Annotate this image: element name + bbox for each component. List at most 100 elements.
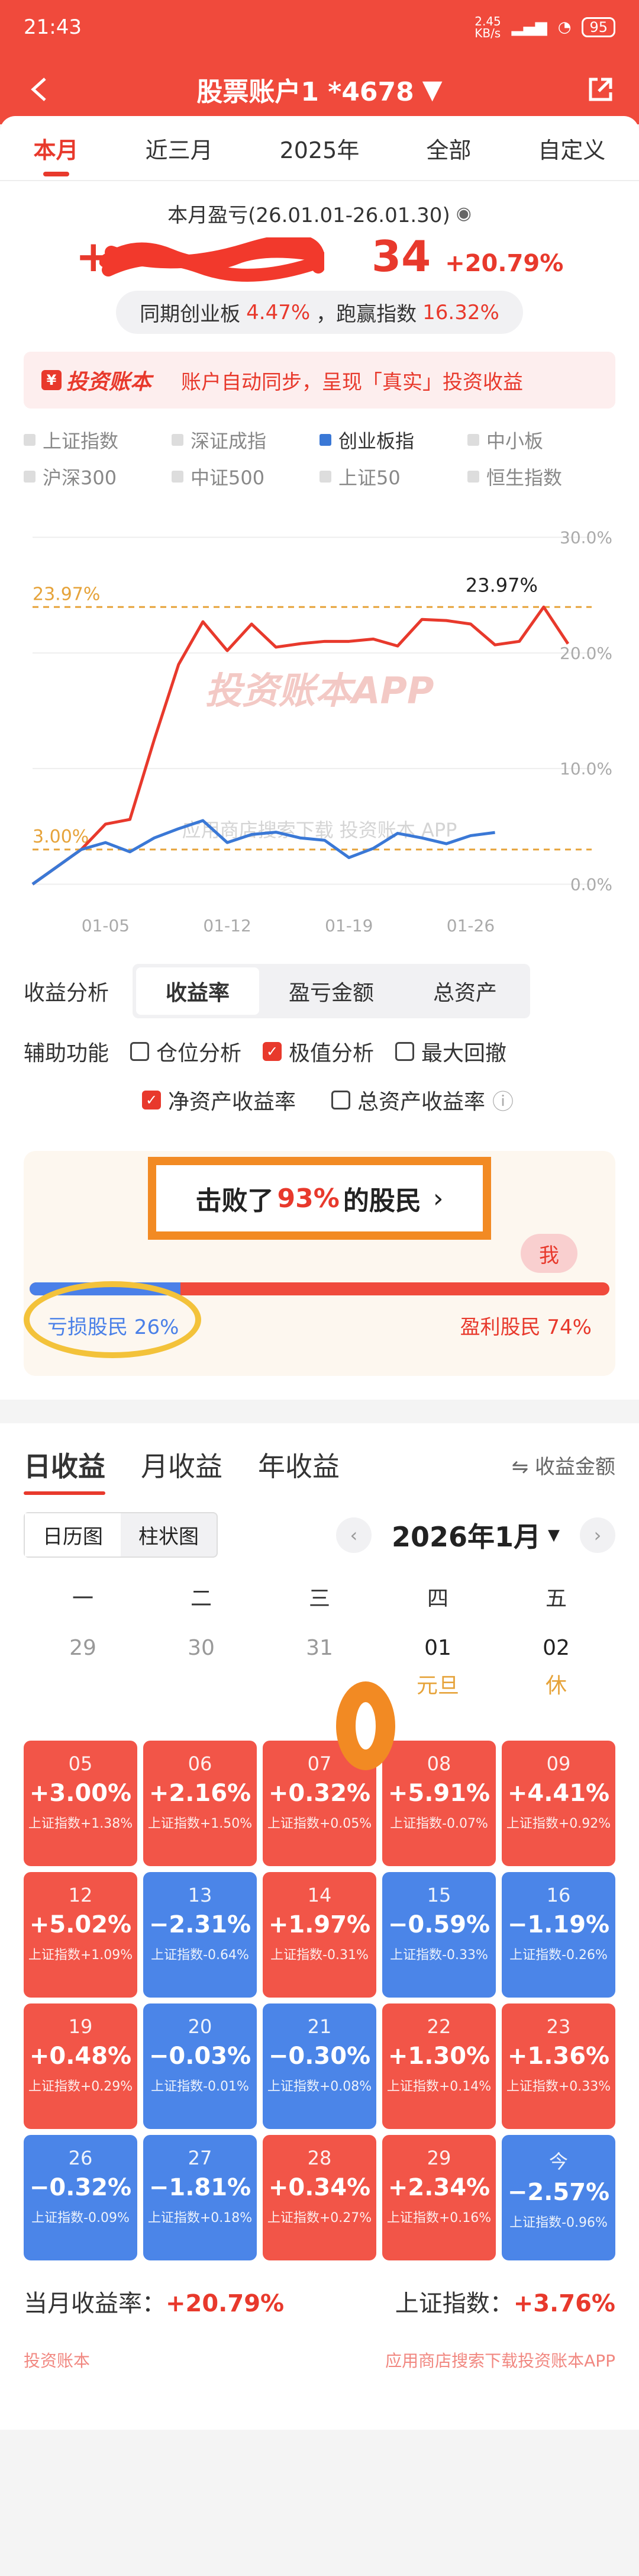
holiday-label: 休 (545, 1674, 567, 1698)
legend-swatch (24, 471, 36, 483)
next-month-button[interactable]: › (580, 1517, 615, 1553)
day-cell[interactable]: 28 +0.34% 上证指数+0.27% (263, 2135, 376, 2260)
month-total-label: 当月收益率： (24, 2290, 166, 2317)
day-number: 09 (546, 1752, 571, 1775)
tab-all[interactable]: 全部 (420, 120, 477, 176)
day-cell[interactable]: 16 −1.19% 上证指数-0.26% (502, 1872, 615, 1998)
back-button[interactable] (18, 69, 59, 110)
day-cell[interactable]: 20 −0.03% 上证指数-0.01% (143, 2003, 257, 2129)
day-cell[interactable]: 08 +5.91% 上证指数-0.07% (382, 1741, 496, 1866)
eye-icon[interactable]: ◉ (456, 203, 472, 224)
day-index-label: 上证指数 (267, 2211, 320, 2226)
day-cell[interactable]: 13 −2.31% 上证指数-0.64% (143, 1872, 257, 1998)
month-total-value: +20.79% (166, 2290, 285, 2317)
view-bar[interactable]: 柱状图 (121, 1513, 217, 1556)
day-return: −1.19% (507, 1911, 610, 1938)
checkbox-label: 仓位分析 (156, 1041, 242, 1066)
day-index-value: +1.09% (80, 1948, 133, 1963)
checkbox-roe[interactable]: ✓ 净资产收益率 (142, 1085, 296, 1115)
profit-amount: +34 (76, 231, 431, 282)
day-holiday: 01 元旦 (379, 1636, 497, 1699)
day-cell[interactable]: 05 +3.00% 上证指数+1.38% (24, 1741, 137, 1866)
legend-item[interactable]: 恒生指数 (467, 463, 615, 490)
day-cell[interactable]: 14 +1.97% 上证指数-0.31% (263, 1872, 376, 1998)
tab-yearly[interactable]: 年收益 (258, 1445, 340, 1484)
day-return: +1.30% (388, 2043, 490, 2070)
legend-item[interactable]: 中小板 (467, 426, 615, 454)
day-index-label: 上证指数 (151, 1948, 204, 1963)
checkbox-label: 极值分析 (289, 1041, 375, 1066)
day-cell[interactable]: 27 −1.81% 上证指数+0.18% (143, 2135, 257, 2260)
day-index: 上证指数+1.38% (24, 1813, 137, 1832)
legend-item[interactable]: 中证500 (172, 463, 320, 490)
prev-month-button[interactable]: ‹ (335, 1517, 372, 1553)
share-button[interactable] (580, 69, 621, 110)
day-index-label: 上证指数 (28, 1816, 80, 1831)
day-cell[interactable]: 29 +2.34% 上证指数+0.16% (382, 2135, 496, 2260)
legend-item[interactable]: 深证成指 (172, 426, 320, 454)
tab-daily[interactable]: 日收益 (24, 1445, 105, 1495)
legend-item[interactable]: 上证指数 (24, 426, 172, 454)
day-cell[interactable]: 21 −0.30% 上证指数+0.08% (263, 2003, 376, 2129)
toggle-amount-button[interactable]: ⇋ 收益金额 (512, 1451, 615, 1480)
promo-banner[interactable]: ¥ 投资账本 账户自动同步，呈现「真实」投资收益 (24, 352, 615, 409)
return-chart: 30.0% 20.0% 10.0% 0.0% 投资账本APP 应用商店搜索下载 投资账本 … (0, 490, 639, 946)
month-label[interactable]: 2026年1月 (392, 1516, 541, 1555)
day-cell[interactable]: 26 −0.32% 上证指数-0.09% (24, 2135, 137, 2260)
day-cell[interactable]: 今 −2.57% 上证指数-0.96% (502, 2135, 615, 2260)
day-index-value: +0.08% (319, 2079, 372, 2094)
legend-swatch (467, 434, 479, 446)
day-return: +0.32% (268, 1780, 371, 1807)
day-holiday: 02 休 (497, 1636, 615, 1699)
day-number: 29 (69, 1636, 96, 1660)
weekday-row: 一 二 三 四 五 (0, 1558, 639, 1612)
day-cell[interactable]: 19 +0.48% 上证指数+0.29% (24, 2003, 137, 2129)
battery-icon: 95 (582, 17, 615, 37)
day-index: 上证指数+0.33% (502, 2076, 615, 2095)
compare-mid: ，跑赢指数 (316, 303, 417, 326)
day-cell[interactable]: 12 +5.02% 上证指数+1.09% (24, 1872, 137, 1998)
day-cell[interactable]: 06 +2.16% 上证指数+1.50% (143, 1741, 257, 1866)
option-return-rate[interactable]: 收益率 (136, 967, 260, 1015)
day-cell[interactable]: 22 +1.30% 上证指数+0.14% (382, 2003, 496, 2129)
day-cell[interactable]: 23 +1.36% 上证指数+0.33% (502, 2003, 615, 2129)
brand-icon: ¥ (41, 370, 62, 390)
day-index-value: +0.18% (199, 2211, 253, 2226)
tab-monthly[interactable]: 月收益 (141, 1445, 222, 1484)
tab-custom[interactable]: 自定义 (532, 120, 611, 176)
day-cell[interactable]: 09 +4.41% 上证指数+0.92% (502, 1741, 615, 1866)
legend-item[interactable]: 创业板指 (320, 426, 467, 454)
tab-this-month[interactable]: 本月 (28, 120, 85, 176)
day-number: 19 (68, 2015, 93, 2038)
checkbox-max-drawdown[interactable]: 最大回撤 (395, 1036, 506, 1067)
account-selector[interactable]: 股票账户1 *4678 ▼ (196, 70, 442, 108)
holiday-row: 29 30 31 01 元旦 02 休 (0, 1612, 639, 1699)
day-cell[interactable]: 15 −0.59% 上证指数-0.33% (382, 1872, 496, 1998)
tab-three-months[interactable]: 近三月 (140, 120, 219, 176)
beat-button[interactable]: 击败了 93% 的股民 › (148, 1157, 491, 1240)
legend-item[interactable]: 沪深300 (24, 463, 172, 490)
tab-2025[interactable]: 2025年 (274, 120, 366, 176)
info-icon[interactable]: ⓘ (492, 1085, 514, 1115)
day-return: −0.03% (149, 2043, 251, 2070)
legend-swatch (320, 434, 331, 446)
day-return: −2.57% (507, 2179, 610, 2206)
option-profit-amount[interactable]: 盈亏金额 (259, 967, 404, 1015)
option-total-assets[interactable]: 总资产 (404, 967, 527, 1015)
compare-value: 4.47% (246, 300, 311, 324)
compare-prefix: 同期创业板 (140, 303, 241, 326)
day-return: +3.00% (29, 1780, 132, 1807)
day-index: 上证指数-0.07% (382, 1813, 496, 1832)
legend-item[interactable]: 上证50 (320, 463, 467, 490)
view-calendar[interactable]: 日历图 (25, 1513, 121, 1556)
day-index-label: 上证指数 (267, 1816, 320, 1831)
beat-prefix: 击败了 (195, 1186, 274, 1216)
legend-swatch (320, 471, 331, 483)
caret-down-icon: ▼ (422, 74, 443, 105)
checkbox-position[interactable]: 仓位分析 (130, 1036, 241, 1067)
y-tick-label: 30.0% (560, 528, 612, 548)
checkbox-roa[interactable]: 总资产收益率 ⓘ (331, 1085, 514, 1115)
day-index: 上证指数-0.01% (143, 2076, 257, 2095)
checkbox-extremes[interactable]: ✓ 极值分析 (263, 1036, 374, 1067)
chart-svg: 30.0%20.0%10.0%0.0%投资账本APP应用商店搜索下载 投资账本 … (31, 528, 612, 935)
